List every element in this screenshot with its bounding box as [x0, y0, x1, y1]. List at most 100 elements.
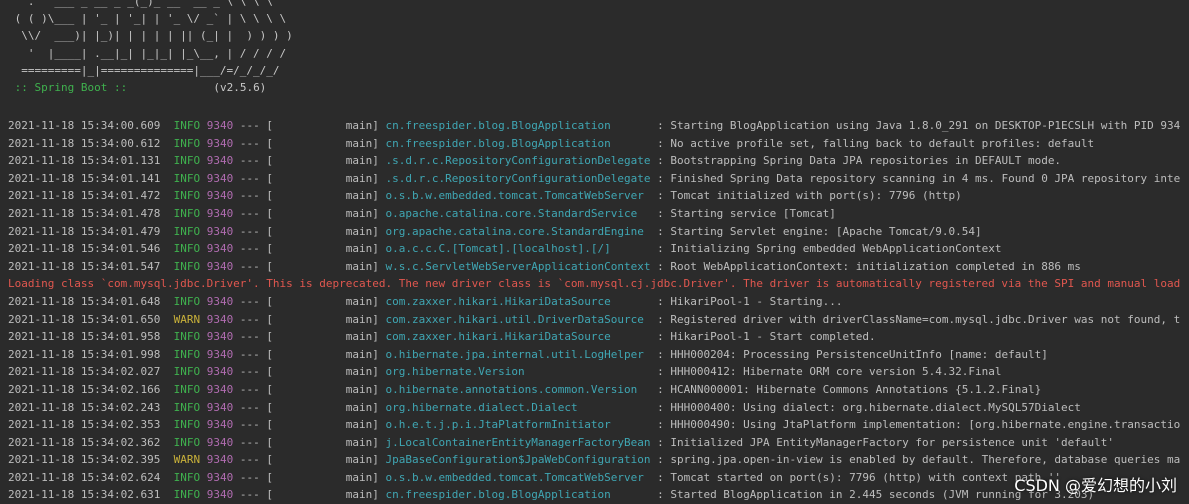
timestamp: 2021-11-18 15:34:01.546 [8, 242, 161, 256]
banner-art-line: '. ___ _ __ _ _(_)_ __ __ _ \ \ \ \ [8, 0, 273, 8]
log-level: WARN [173, 312, 201, 326]
log-level: INFO [173, 470, 201, 484]
log-message: HikariPool-1 - Start completed. [670, 330, 876, 344]
process-id: 9340 [206, 154, 234, 168]
separator: --- [ [233, 418, 273, 432]
log-message: Initializing Spring embedded WebApplicat… [670, 242, 1002, 256]
timestamp: 2021-11-18 15:34:02.631 [8, 488, 161, 502]
separator: --- [ [233, 453, 273, 467]
logger-name: JpaBaseConfiguration$JpaWebConfiguration [385, 453, 651, 467]
watermark: CSDN @爱幻想的小刘 [1014, 476, 1177, 495]
separator: --- [ [233, 330, 273, 344]
logger-name: cn.freespider.blog.BlogApplication [385, 488, 651, 502]
timestamp: 2021-11-18 15:34:01.998 [8, 347, 161, 361]
log-message: Tomcat initialized with port(s): 7796 (h… [670, 189, 962, 203]
log-message: Finished Spring Data repository scanning… [670, 171, 1181, 185]
thread-name: main [272, 365, 373, 379]
spring-boot-banner: '. ___ _ __ _ _(_)_ __ __ _ \ \ \ \ ( ( … [8, 0, 293, 96]
separator: ] [372, 453, 386, 467]
separator: : [650, 259, 671, 273]
log-level: INFO [173, 365, 201, 379]
separator: --- [ [233, 294, 273, 308]
log-level: INFO [173, 224, 201, 238]
separator: --- [ [233, 365, 273, 379]
separator: --- [ [233, 435, 273, 449]
log-message: Starting service [Tomcat] [670, 206, 836, 220]
log-level: INFO [173, 294, 201, 308]
log-line: 2021-11-18 15:34:01.648 INFO 9340 --- [ … [8, 293, 1189, 311]
process-id: 9340 [206, 330, 234, 344]
timestamp: 2021-11-18 15:34:02.624 [8, 470, 161, 484]
separator: ] [372, 435, 386, 449]
process-id: 9340 [206, 224, 234, 238]
log-level: INFO [173, 418, 201, 432]
log-line: 2021-11-18 15:34:01.141 INFO 9340 --- [ … [8, 170, 1189, 188]
console-output[interactable]: '. ___ _ __ _ _(_)_ __ __ _ \ \ \ \ ( ( … [0, 0, 1189, 504]
separator: ] [372, 119, 386, 132]
timestamp: 2021-11-18 15:34:01.648 [8, 294, 161, 308]
process-id: 9340 [206, 382, 234, 396]
thread-name: main [272, 453, 373, 467]
separator: ] [372, 418, 386, 432]
separator: : [650, 330, 671, 344]
timestamp: 2021-11-18 15:34:01.478 [8, 206, 161, 220]
separator: --- [ [233, 206, 273, 220]
separator: : [650, 365, 671, 379]
thread-name: main [272, 400, 373, 414]
separator: : [650, 206, 671, 220]
separator: ] [372, 294, 386, 308]
log-message: HHH000204: Processing PersistenceUnitInf… [670, 347, 1048, 361]
thread-name: main [272, 224, 373, 238]
process-id: 9340 [206, 294, 234, 308]
separator: --- [ [233, 119, 273, 132]
timestamp: 2021-11-18 15:34:02.353 [8, 418, 161, 432]
log-line: 2021-11-18 15:34:01.472 INFO 9340 --- [ … [8, 187, 1189, 205]
separator: : [650, 453, 671, 467]
separator: --- [ [233, 171, 273, 185]
logger-name: com.zaxxer.hikari.HikariDataSource [385, 330, 651, 344]
separator: ] [372, 382, 386, 396]
separator: ] [372, 224, 386, 238]
separator: ] [372, 189, 386, 203]
separator: ] [372, 259, 386, 273]
separator: --- [ [233, 312, 273, 326]
process-id: 9340 [206, 206, 234, 220]
timestamp: 2021-11-18 15:34:02.166 [8, 382, 161, 396]
log-line: 2021-11-18 15:34:02.353 INFO 9340 --- [ … [8, 416, 1189, 434]
thread-name: main [272, 488, 373, 502]
log-level: INFO [173, 154, 201, 168]
process-id: 9340 [206, 488, 234, 502]
separator: : [650, 312, 671, 326]
thread-name: main [272, 418, 373, 432]
logger-name: org.apache.catalina.core.StandardEngine [385, 224, 651, 238]
logger-name: w.s.c.ServletWebServerApplicationContext [385, 259, 651, 273]
log-line: 2021-11-18 15:34:02.166 INFO 9340 --- [ … [8, 381, 1189, 399]
separator: ] [372, 206, 386, 220]
log-message: HikariPool-1 - Starting... [670, 294, 843, 308]
logger-name: .s.d.r.c.RepositoryConfigurationDelegate [385, 171, 651, 185]
log-line: 2021-11-18 15:34:01.546 INFO 9340 --- [ … [8, 240, 1189, 258]
separator: : [650, 418, 671, 432]
log-line: 2021-11-18 15:34:02.362 INFO 9340 --- [ … [8, 434, 1189, 452]
log-line: 2021-11-18 15:34:02.243 INFO 9340 --- [ … [8, 399, 1189, 417]
separator: --- [ [233, 154, 273, 168]
log-level: INFO [173, 242, 201, 256]
timestamp: 2021-11-18 15:34:00.612 [8, 136, 161, 150]
log-message: Registered driver with driverClassName=c… [670, 312, 1181, 326]
timestamp: 2021-11-18 15:34:01.650 [8, 312, 161, 326]
timestamp: 2021-11-18 15:34:01.547 [8, 259, 161, 273]
separator: ] [372, 400, 386, 414]
timestamp: 2021-11-18 15:34:02.395 [8, 453, 161, 467]
timestamp: 2021-11-18 15:34:02.362 [8, 435, 161, 449]
log-message: HHH000400: Using dialect: org.hibernate.… [670, 400, 1081, 414]
log-message: spring.jpa.open-in-view is enabled by de… [670, 453, 1181, 467]
spring-boot-version: (v2.5.6) [213, 81, 267, 95]
logger-name: com.zaxxer.hikari.util.DriverDataSource [385, 312, 651, 326]
separator: : [650, 435, 671, 449]
process-id: 9340 [206, 347, 234, 361]
log-line: 2021-11-18 15:34:01.479 INFO 9340 --- [ … [8, 223, 1189, 241]
log-level: INFO [173, 330, 201, 344]
logger-name: .s.d.r.c.RepositoryConfigurationDelegate [385, 154, 651, 168]
thread-name: main [272, 189, 373, 203]
thread-name: main [272, 330, 373, 344]
